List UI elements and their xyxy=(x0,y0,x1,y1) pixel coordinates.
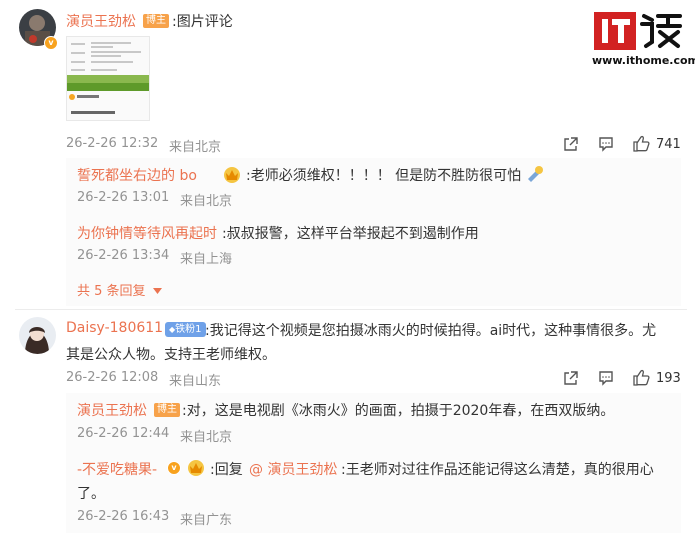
reply-author[interactable]: 誓死都坐右边的 bo xyxy=(77,165,197,185)
avatar[interactable] xyxy=(19,317,56,354)
ithome-watermark: www.ithome.com xyxy=(588,8,695,68)
fan-badge: ◆铁粉1 xyxy=(165,322,206,337)
comment-time: 26-2-26 12:32 xyxy=(66,136,159,151)
fan-badge-label: 铁粉1 xyxy=(175,324,202,335)
comment-text-line2: 其是公众人物。支持王老师维权。 xyxy=(66,347,276,363)
reply-author[interactable]: 为你钟情等待风再起时 xyxy=(77,223,217,243)
reply-text: :对，这是电视剧《冰雨火》的画面，拍摄于2020年春，在西双版纳。 xyxy=(182,403,615,419)
crown-badge-icon xyxy=(188,460,204,476)
reply-location: 来自广东 xyxy=(180,513,233,528)
divider xyxy=(15,309,687,310)
comment-location: 来自山东 xyxy=(169,374,222,389)
reply-text-line1: :王老师对过往作品还能记得这么清楚，真的很用心 xyxy=(341,462,654,478)
comment-icon[interactable] xyxy=(598,370,614,386)
ithome-logo-icon xyxy=(594,12,682,50)
more-replies-link[interactable]: 共 5 条回复 xyxy=(77,280,162,299)
reply-text: :叔叔报警，这样平台举报起不到遏制作用 xyxy=(222,226,479,242)
verified-icon: v xyxy=(167,461,181,475)
reply-location: 来自上海 xyxy=(180,252,233,267)
host-badge: 博主 xyxy=(154,403,180,417)
reply-author[interactable]: 演员王劲松 xyxy=(77,400,147,420)
reply-text-line2: 了。 xyxy=(77,486,105,502)
reply-time: 26-2-26 13:01 xyxy=(77,190,170,205)
reply-time: 26-2-26 13:34 xyxy=(77,248,170,263)
comment-text-line1: :我记得这个视频是您拍摄冰雨火的时候拍得。ai时代，这种事情很多。尤 xyxy=(205,323,657,339)
verified-icon: v xyxy=(44,36,58,50)
ithome-url: www.ithome.com xyxy=(592,54,695,67)
host-badge: 博主 xyxy=(143,14,169,28)
chevron-down-icon xyxy=(152,287,162,294)
like-count: 741 xyxy=(656,137,681,152)
reply-location: 来自北京 xyxy=(180,430,233,445)
comment-time: 26-2-26 12:08 xyxy=(66,370,159,385)
screenshot-image-icon xyxy=(67,37,149,120)
comment-text: :图片评论 xyxy=(172,14,233,30)
like-icon[interactable] xyxy=(632,135,650,152)
comment-icon[interactable] xyxy=(598,136,614,152)
reply-time: 26-2-26 12:44 xyxy=(77,426,170,441)
reply-location: 来自北京 xyxy=(180,194,233,209)
reply-text-prefix: :回复 xyxy=(210,462,243,478)
share-icon[interactable] xyxy=(563,136,579,152)
share-icon[interactable] xyxy=(563,370,579,386)
crown-badge-icon xyxy=(224,167,240,183)
comment-author[interactable]: 演员王劲松 xyxy=(66,11,136,31)
comment-image[interactable] xyxy=(66,36,150,121)
comment-location: 来自北京 xyxy=(169,140,222,155)
comment-author[interactable]: Daisy-180611 xyxy=(66,320,163,336)
like-count: 193 xyxy=(656,371,681,386)
reply-author[interactable]: -不爱吃糖果- xyxy=(77,459,157,479)
reply-time: 26-2-26 16:43 xyxy=(77,509,170,524)
more-replies-label: 共 5 条回复 xyxy=(77,284,146,299)
like-icon[interactable] xyxy=(632,369,650,386)
reply-text: :老师必须维权！！！！ 但是防不胜防很可怕 xyxy=(246,168,522,184)
emoji-icon xyxy=(528,166,543,182)
mention-link[interactable]: @ 演员王劲松 xyxy=(249,459,337,479)
